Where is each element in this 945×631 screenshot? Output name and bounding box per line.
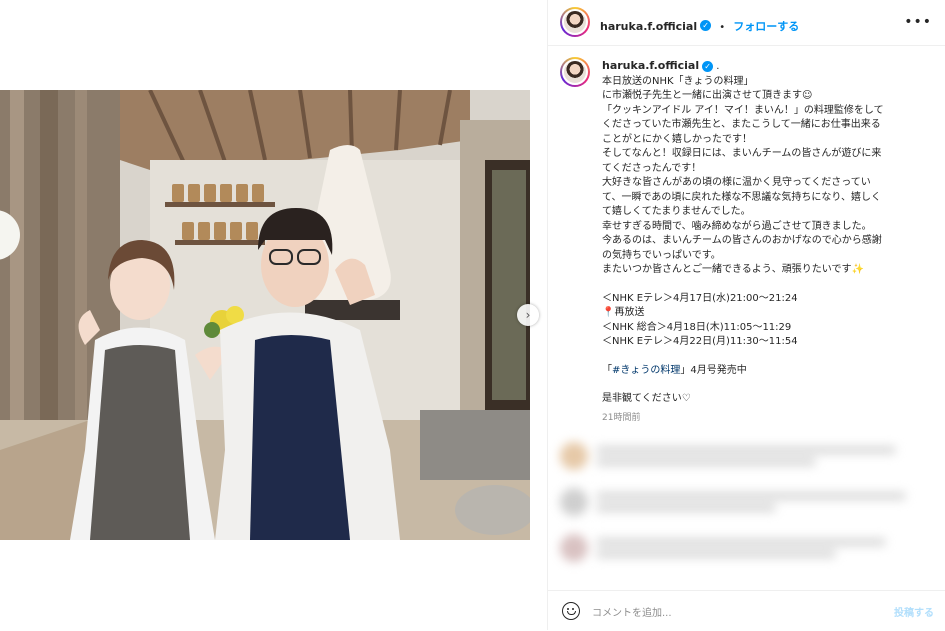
caption-username[interactable]: haruka.f.official (602, 59, 699, 72)
blurred-avatar (560, 442, 588, 470)
caption-line: て、一瞬であの頃に戻れた様な不思議な気持ちになり、嬉しく (602, 191, 881, 203)
blurred-comment (560, 442, 920, 470)
post-photo[interactable] (0, 90, 530, 540)
caption-line: 「クッキンアイドル アイ！マイ！まいん！」の料理監修をして (602, 104, 884, 116)
more-options-icon[interactable]: ••• (904, 14, 932, 30)
comment-bar: コメントを追加... 投稿する (548, 590, 945, 631)
caption-line: て嬉しくてたまりませんでした。 (602, 206, 751, 217)
post-timestamp[interactable]: 21時間前 (602, 411, 932, 426)
caption-avatar-image (562, 59, 588, 85)
blurred-text (596, 458, 816, 466)
follow-button[interactable]: フォローする (733, 20, 799, 33)
post-media: › (0, 0, 547, 630)
verified-badge-icon: ✓ (700, 20, 712, 31)
avatar[interactable] (560, 7, 590, 37)
post-caption: haruka.f.official ✓ . 本日放送のNHK「きょうの料理」 に市… (602, 59, 932, 425)
schedule-line: ＜NHK 総合＞4月18日(木)11:05～11:29 (602, 321, 792, 333)
blurred-avatar (560, 534, 588, 562)
caption-suffix: . (716, 61, 720, 72)
caption-avatar[interactable] (560, 57, 590, 87)
caption-line: てくださったんです！ (602, 162, 702, 174)
blurred-avatar (560, 488, 588, 516)
comment-input[interactable]: コメントを追加... (592, 604, 672, 619)
caption-line: の気持ちでいっぱいです。 (602, 249, 721, 261)
header-username[interactable]: haruka.f.official (600, 20, 697, 33)
caption-line: 今あるのは、まいんチームの皆さんのおかげなので心から感謝 (602, 235, 882, 246)
blurred-text (596, 446, 896, 454)
post-header: haruka.f.official ✓ • フォローする ••• (548, 0, 945, 46)
blurred-text (596, 550, 836, 558)
caption-user-row: haruka.f.official ✓ . (602, 59, 932, 75)
blurred-text (596, 538, 886, 546)
avatar-image (562, 9, 588, 35)
blurred-text (596, 504, 776, 512)
blurred-comments (548, 430, 945, 590)
emoji-icon[interactable] (562, 602, 580, 620)
magazine-suffix: 」4月号発売中 (680, 364, 747, 376)
verified-badge-icon: ✓ (702, 60, 714, 72)
blurred-comment (560, 534, 920, 562)
magazine-prefix: 「 (602, 364, 612, 376)
caption-line: に市瀬悦子先生と一緒に出演させて頂きます☺ (602, 90, 813, 101)
caption-line: 大好きな皆さんがあの頃の様に温かく見守ってくださってい (602, 177, 871, 188)
schedule-line: ＜NHK Eテレ＞4月22日(月)11:30～11:54 (602, 336, 798, 347)
post-comment-button[interactable]: 投稿する (894, 604, 934, 619)
chevron-right-icon: › (525, 308, 531, 322)
post-side-panel: haruka.f.official ✓ • フォローする ••• haruka.f… (547, 0, 945, 630)
caption-line: くださっていた市瀬先生と、またこうして一緒にお仕事出来る (602, 119, 881, 130)
closing-line: 是非観てください♡ (602, 393, 691, 404)
schedule-line: 📍再放送 (602, 307, 645, 318)
caption-line: そしてなんと！収録日には、まいんチームの皆さんが遊びに来 (602, 148, 882, 159)
photo-illustration (0, 90, 530, 540)
carousel-next-button[interactable]: › (517, 304, 539, 326)
separator-dot: • (719, 22, 726, 33)
caption-line: 本日放送のNHK「きょうの料理」 (602, 75, 754, 87)
header-user-row: haruka.f.official ✓ • フォローする (600, 15, 799, 34)
blurred-comment (560, 488, 920, 516)
hashtag-link[interactable]: #きょうの料理 (612, 365, 680, 376)
caption-line: ことがとにかく嬉しかったです！ (602, 133, 752, 145)
caption-line: またいつか皆さんとご一緒できるよう、頑張りたいです✨ (602, 264, 864, 275)
caption-line: 幸せすぎる時間で、噛み締めながら過ごさせて頂きました。 (602, 220, 872, 232)
magazine-line: 「#きょうの料理」4月号発売中 (602, 364, 932, 379)
schedule-line: ＜NHK Eテレ＞4月17日(水)21:00～21:24 (602, 292, 798, 304)
blurred-text (596, 492, 906, 500)
